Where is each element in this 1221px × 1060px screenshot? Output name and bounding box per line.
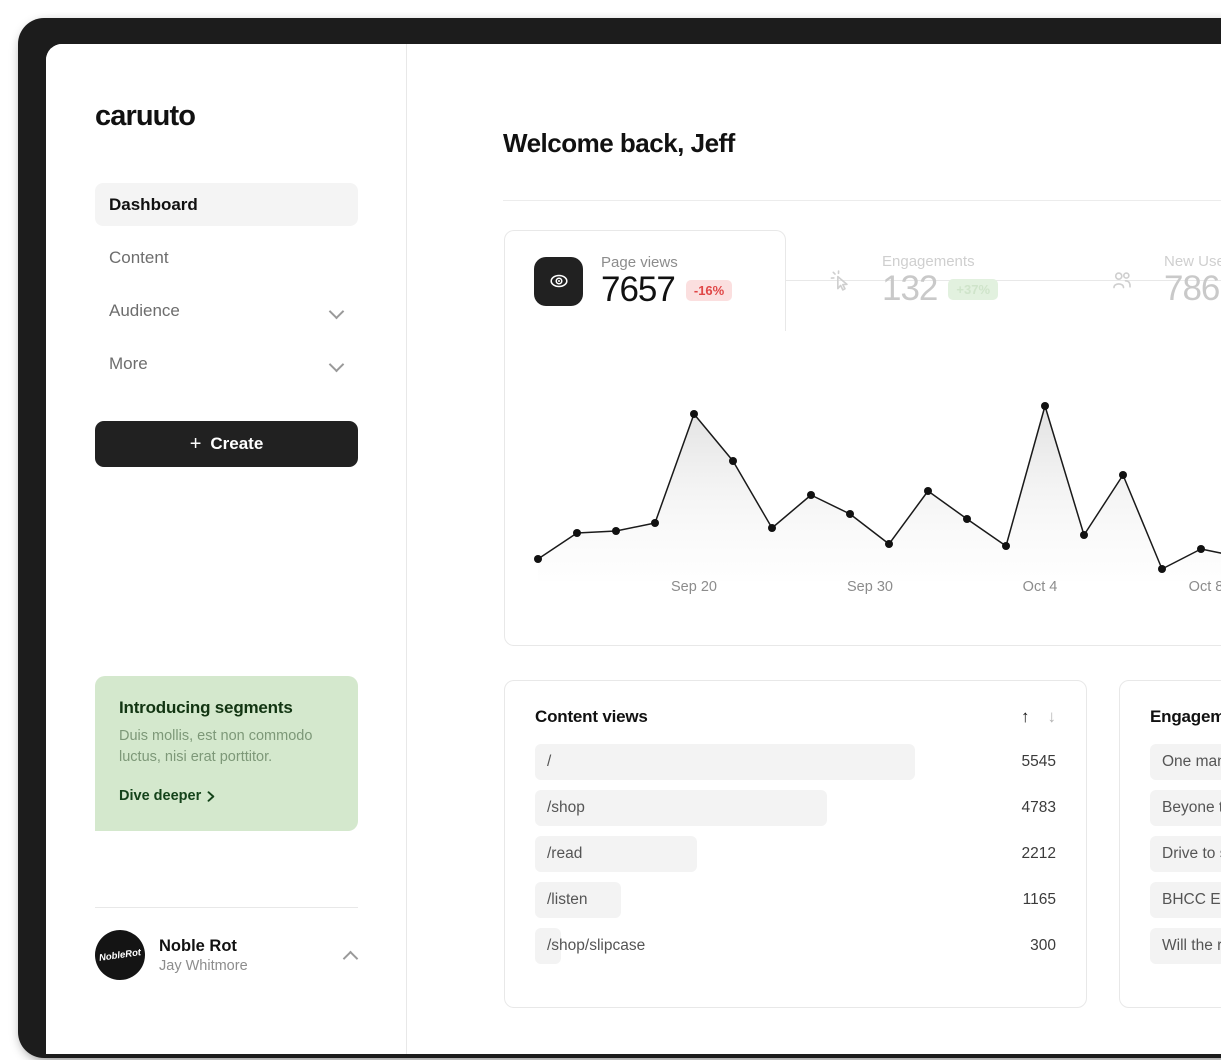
sort-ascending-icon[interactable]: ↑ — [1021, 707, 1030, 727]
account-switcher[interactable]: NobleRot Noble Rot Jay Whitmore — [91, 926, 358, 984]
row-label: /shop/slipcase — [547, 937, 646, 954]
table-row[interactable]: / 5545 — [535, 739, 1056, 785]
chart-panel: Sep 20 Sep 30 Oct 4 Oct 8 — [504, 280, 1221, 646]
sort-descending-icon[interactable]: ↓ — [1048, 707, 1057, 727]
stat-tabs: Page views 7657 -16% Engagements 132 +37… — [504, 230, 1221, 331]
list-item[interactable]: One man, wrong turn — [1150, 739, 1221, 785]
app-logo[interactable]: caruuto — [95, 100, 196, 133]
create-button-label: Create — [210, 434, 264, 453]
row-value: 300 — [1030, 937, 1056, 954]
content-views-list: / 5545 /shop 4783 /read 2212 /listen 116… — [505, 739, 1086, 969]
sidebar: caruuto Dashboard Content Audience More … — [46, 44, 407, 1054]
x-axis-tick: Oct 8 — [1188, 579, 1221, 595]
row-label: Drive to survive pt. 2 — [1162, 845, 1221, 862]
panel-title: Engagements — [1150, 707, 1221, 726]
chevron-up-icon[interactable] — [344, 948, 358, 962]
content-views-panel: Content views ↑ ↓ / 5545 /shop 4783 /rea… — [504, 680, 1087, 1008]
row-label: / — [547, 753, 552, 770]
stat-label: New Users — [1164, 253, 1221, 271]
stat-delta-badge: +37% — [948, 279, 999, 300]
panel-title: Content views — [535, 707, 648, 726]
list-item[interactable]: BHCC Exhibition — [1150, 877, 1221, 923]
stat-tab-page-views[interactable]: Page views 7657 -16% — [504, 230, 786, 331]
x-axis-tick: Oct 4 — [1022, 579, 1058, 595]
sidebar-nav: Dashboard Content Audience More — [95, 183, 358, 395]
x-axis-tick: Sep 20 — [671, 579, 717, 595]
row-value: 4783 — [1021, 799, 1056, 816]
table-row[interactable]: /read 2212 — [535, 831, 1056, 877]
stat-value: 132 — [882, 269, 938, 309]
row-label: /shop — [547, 799, 585, 816]
eye-icon — [534, 256, 583, 306]
stat-label: Engagements — [882, 253, 975, 271]
row-bar — [535, 744, 916, 780]
row-label: One man, wrong turn — [1162, 753, 1221, 770]
row-label: /read — [547, 845, 583, 862]
account-text: Noble Rot Jay Whitmore — [159, 937, 248, 974]
account-user: Jay Whitmore — [159, 957, 248, 974]
stat-label: Page views — [601, 253, 678, 271]
sidebar-item-label: Content — [109, 247, 169, 267]
promo-cta-link[interactable]: Dive deeper — [119, 788, 216, 804]
stat-value: 7869 — [1164, 269, 1221, 309]
row-label: Beyone the black stump — [1162, 799, 1221, 816]
chevron-down-icon — [330, 357, 344, 371]
sidebar-item-dashboard[interactable]: Dashboard — [95, 183, 358, 226]
row-label: /listen — [547, 891, 588, 908]
engagements-list: One man, wrong turn Beyone the black stu… — [1120, 739, 1221, 969]
page-title: Welcome back, Jeff — [503, 128, 735, 158]
chevron-down-icon — [330, 304, 344, 318]
sidebar-item-label: Audience — [109, 300, 180, 320]
promo-cta-label: Dive deeper — [119, 788, 202, 805]
create-button[interactable]: + Create — [95, 421, 358, 467]
users-icon — [1097, 256, 1146, 305]
sidebar-item-content[interactable]: Content — [95, 236, 358, 279]
stat-value: 7657 — [601, 269, 676, 309]
list-item[interactable]: Beyone the black stump — [1150, 785, 1221, 831]
stat-text: Page views 7657 -16% — [601, 253, 733, 309]
panel-header: Engagements — [1120, 681, 1221, 727]
stat-value-row: 7869 — [1164, 269, 1221, 309]
row-label: BHCC Exhibition — [1162, 891, 1221, 908]
sidebar-item-audience[interactable]: Audience — [95, 289, 358, 332]
stat-delta-badge: -16% — [685, 279, 733, 301]
row-label: Will the real Porsche... — [1162, 937, 1221, 954]
main-content: Welcome back, Jeff Sep 20 Sep 30 Oct 4 O… — [408, 44, 1221, 1054]
stat-text: Engagements 132 +37% — [882, 253, 999, 309]
stat-value-row: 7657 -16% — [601, 269, 733, 309]
divider — [95, 907, 358, 908]
table-row[interactable]: /listen 1165 — [535, 877, 1056, 923]
sidebar-item-more[interactable]: More — [95, 342, 358, 385]
chart-area-fill — [538, 406, 1221, 581]
row-value: 2212 — [1021, 845, 1056, 862]
panel-header: Content views ↑ ↓ — [505, 681, 1086, 727]
chevron-right-icon — [207, 790, 215, 802]
sort-controls: ↑ ↓ — [1021, 707, 1056, 727]
cursor-click-icon — [815, 256, 864, 305]
stat-tab-engagements[interactable]: Engagements 132 +37% — [786, 230, 1068, 331]
promo-body: Duis mollis, est non commodo luctus, nis… — [119, 728, 313, 766]
divider — [503, 200, 1221, 201]
stat-tab-new-users[interactable]: New Users 7869 — [1068, 230, 1221, 331]
table-row[interactable]: /shop/slipcase 300 — [535, 923, 1056, 969]
plus-icon: + — [189, 433, 202, 455]
x-axis-tick: Sep 30 — [847, 579, 893, 595]
row-value: 5545 — [1021, 753, 1056, 770]
account-name: Noble Rot — [159, 936, 237, 955]
promo-title: Introducing segments — [119, 698, 293, 717]
table-row[interactable]: /shop 4783 — [535, 785, 1056, 831]
list-item[interactable]: Will the real Porsche... — [1150, 923, 1221, 969]
promo-card: Introducing segments Duis mollis, est no… — [95, 676, 358, 832]
sidebar-item-label: More — [109, 353, 148, 373]
row-value: 1165 — [1022, 891, 1056, 908]
sidebar-item-label: Dashboard — [109, 194, 198, 214]
avatar: NobleRot — [91, 926, 149, 984]
stat-text: New Users 7869 — [1164, 253, 1221, 308]
app-window: caruuto Dashboard Content Audience More … — [46, 44, 1221, 1054]
list-item[interactable]: Drive to survive pt. 2 — [1150, 831, 1221, 877]
stat-value-row: 132 +37% — [882, 269, 999, 309]
engagements-panel: Engagements One man, wrong turn Beyone t… — [1119, 680, 1221, 1008]
